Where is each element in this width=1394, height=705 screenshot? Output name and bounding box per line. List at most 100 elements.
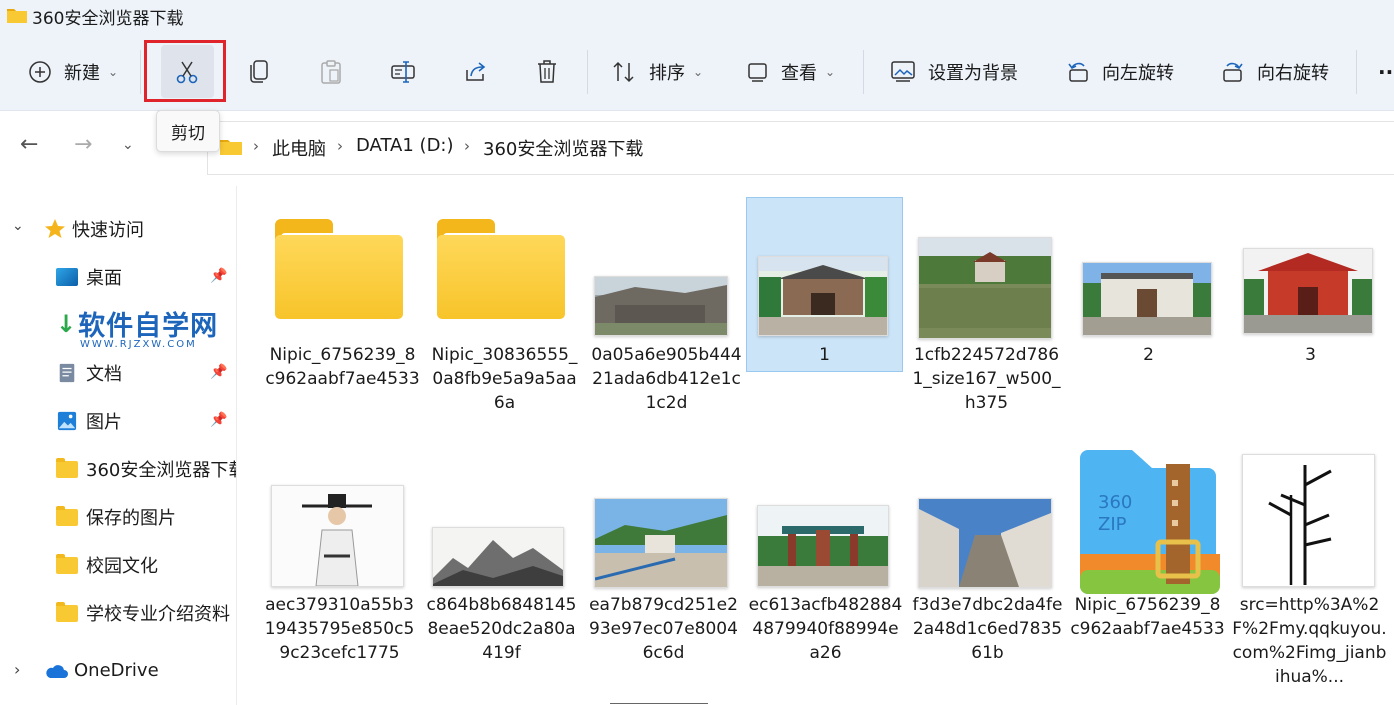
cloud-icon (46, 664, 68, 678)
folder-icon[interactable] (275, 219, 403, 319)
star-icon (45, 219, 65, 238)
zip-label-360: 360 (1098, 492, 1132, 513)
thumbnail-image[interactable] (1082, 262, 1212, 336)
folder-icon[interactable] (437, 219, 565, 319)
breadcrumb-drive[interactable]: DATA1 (D:) (356, 135, 454, 156)
sidebar-label: 校园文化 (86, 556, 158, 577)
share-icon (466, 62, 486, 81)
set-background-button[interactable]: 设置为背景 (890, 42, 1018, 102)
download-arrow-icon: ↓ (56, 309, 77, 338)
thumbnail-image[interactable] (758, 256, 888, 336)
chevron-down-icon[interactable]: ⌄ (12, 218, 24, 234)
thumbnail-image[interactable] (594, 498, 728, 588)
command-bar: 新建 ⌄ 排序 ⌄ 查看 ⌄ 设置为背景 向左旋转 向右旋转 ·· (0, 30, 1394, 111)
delete-button[interactable] (535, 42, 559, 102)
forward-arrow-icon[interactable]: → (74, 132, 92, 157)
sidebar-item-desktop[interactable]: 桌面 (56, 264, 122, 290)
file-name: Nipic_6756239_8c962aabf7ae4533 (265, 345, 420, 389)
sidebar-label: 图片 (86, 412, 122, 433)
set-background-label: 设置为背景 (928, 63, 1018, 84)
chevron-right-icon: › (464, 137, 470, 155)
pin-icon[interactable]: 📌 (210, 412, 227, 428)
pin-icon[interactable]: 📌 (210, 268, 227, 284)
zip-archive-icon[interactable]: 360 ZIP (1076, 450, 1220, 594)
sidebar-quick-access[interactable]: 快速访问 (44, 216, 144, 242)
folder-icon (56, 602, 78, 623)
title-bar: 360安全浏览器下载 (0, 0, 1394, 30)
rotate-right-label: 向右旋转 (1257, 63, 1329, 84)
sidebar-item-campus-culture[interactable]: 校园文化 (56, 552, 158, 578)
rename-button[interactable] (390, 42, 416, 102)
sidebar-item-documents[interactable]: 文档 (56, 360, 122, 386)
window-title: 360安全浏览器下载 (32, 9, 184, 29)
copy-button[interactable] (248, 42, 270, 102)
thumbnail-image[interactable] (918, 498, 1052, 588)
desktop-icon (56, 268, 78, 286)
thumbnail-image[interactable] (1243, 248, 1373, 334)
highlight-box (144, 40, 226, 102)
file-name: Nipic_6756239_8c962aabf7ae4533 (1070, 595, 1225, 639)
sidebar-item-major-info[interactable]: 学校专业介绍资料 (56, 600, 230, 626)
file-name: aec379310a55b319435795e850c59c23cefc1775 (264, 595, 415, 663)
chevron-right-icon[interactable]: › (14, 660, 20, 679)
sidebar-label: OneDrive (74, 660, 159, 681)
breadcrumb-current-folder[interactable]: 360安全浏览器下载 (483, 135, 643, 161)
watermark-title: 软件自学网 (78, 311, 219, 342)
view-icon (748, 63, 767, 82)
file-name: 0a05a6e905b44421ada6db412e1c1c2d (591, 345, 742, 413)
rotate-left-button[interactable]: 向左旋转 (1066, 42, 1174, 102)
sidebar-item-360-downloads[interactable]: 360安全浏览器下载 (56, 456, 236, 482)
sidebar-label: 桌面 (86, 268, 122, 289)
back-arrow-icon[interactable]: ← (20, 132, 38, 157)
file-name: 1 (819, 345, 830, 365)
sidebar-label: 学校专业介绍资料 (86, 604, 230, 625)
set-background-icon (891, 61, 915, 82)
paste-button[interactable] (320, 42, 342, 102)
file-name: src=http%3A%2F%2Fmy.qqkuyou.com%2Fimg_ji… (1232, 595, 1387, 687)
file-name: 3 (1305, 345, 1316, 365)
sidebar-label: 快速访问 (72, 220, 144, 241)
cut-tooltip: 剪切 (156, 110, 220, 152)
chevron-right-icon: › (253, 137, 259, 155)
view-button[interactable]: 查看 ⌄ (747, 42, 835, 102)
share-button[interactable] (463, 42, 489, 102)
sidebar-label: 文档 (86, 364, 122, 385)
more-options-button[interactable]: ··· (1378, 42, 1394, 102)
folder-icon (56, 506, 78, 527)
thumbnail-image[interactable] (432, 527, 564, 587)
scroll-indicator (610, 703, 708, 704)
pin-icon[interactable]: 📌 (210, 364, 227, 380)
rotate-left-icon (1068, 62, 1088, 82)
plus-circle-icon (29, 61, 51, 83)
separator (1356, 50, 1357, 94)
thumbnail-image[interactable] (594, 276, 728, 336)
copy-icon (250, 60, 268, 83)
rename-icon (391, 61, 415, 83)
separator (587, 50, 588, 94)
file-name: Nipic_30836555_0a8fb9e5a9a5aa6a (431, 345, 578, 413)
sidebar-item-pictures[interactable]: 图片 (56, 408, 122, 434)
thumbnail-image[interactable] (1242, 454, 1375, 587)
paste-icon (321, 60, 341, 84)
thumbnail-image[interactable] (271, 485, 404, 587)
chevron-down-icon: ⌄ (825, 65, 836, 79)
file-name: 2 (1143, 345, 1154, 365)
breadcrumb-this-pc[interactable]: 此电脑 (272, 135, 326, 161)
new-button[interactable]: 新建 ⌄ (28, 42, 118, 102)
file-name: ec613acfb4828844879940f88994ea26 (748, 595, 903, 663)
thumbnail-image[interactable] (918, 237, 1052, 339)
sort-label: 排序 (649, 63, 685, 84)
new-label: 新建 (64, 63, 100, 84)
more-icon: ··· (1378, 60, 1394, 84)
view-label: 查看 (781, 63, 817, 84)
thumbnail-image[interactable] (757, 505, 889, 587)
rotate-right-button[interactable]: 向右旋转 (1221, 42, 1329, 102)
sidebar-onedrive[interactable]: OneDrive (44, 660, 159, 681)
sidebar-item-saved-pictures[interactable]: 保存的图片 (56, 504, 176, 530)
recent-locations-icon[interactable]: ⌄ (122, 137, 134, 153)
sort-button[interactable]: 排序 ⌄ (611, 42, 703, 102)
separator (140, 50, 141, 94)
file-name: c864b8b68481458eae520dc2a80a419f (426, 595, 577, 663)
sort-icon (613, 61, 634, 83)
zip-label-zip: ZIP (1098, 514, 1127, 535)
